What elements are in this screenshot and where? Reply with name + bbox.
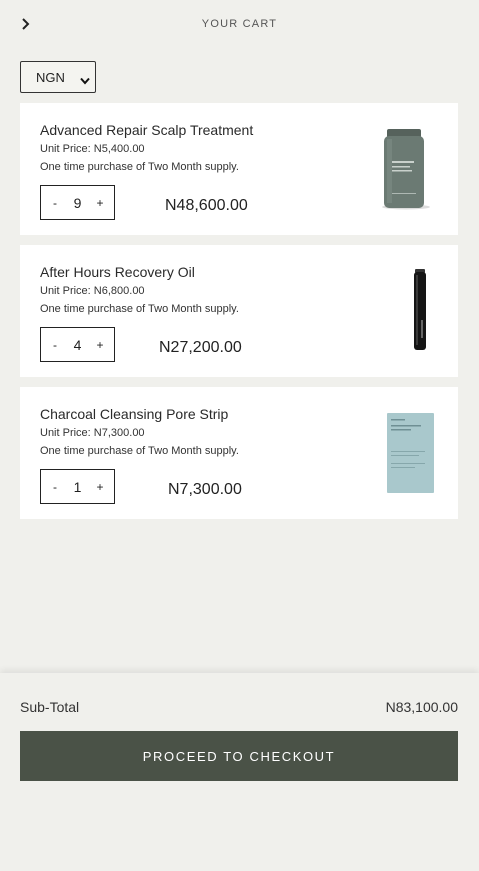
item-name[interactable]: Charcoal Cleansing Pore Strip bbox=[40, 406, 228, 422]
item-unit-price: Unit Price: N7,300.00 bbox=[40, 427, 145, 439]
cart-footer: Sub-Total N83,100.00 PROCEED TO CHECKOUT bbox=[0, 673, 479, 871]
quantity-stepper: - 9 + bbox=[40, 185, 115, 220]
quantity-stepper: - 4 + bbox=[40, 327, 115, 362]
increase-quantity-button[interactable]: + bbox=[95, 480, 105, 494]
decrease-quantity-button[interactable]: - bbox=[50, 196, 60, 210]
bottle-product-image[interactable] bbox=[370, 123, 440, 213]
decrease-quantity-button[interactable]: - bbox=[50, 480, 60, 494]
subtotal-label: Sub-Total bbox=[20, 699, 80, 715]
cart-item: After Hours Recovery Oil Unit Price: N6,… bbox=[20, 245, 458, 377]
currency-select[interactable]: NGN bbox=[20, 61, 96, 93]
cart-item-list: Advanced Repair Scalp Treatment Unit Pri… bbox=[20, 103, 458, 529]
quantity-value[interactable]: 1 bbox=[66, 479, 90, 495]
item-total: N27,200.00 bbox=[159, 339, 242, 356]
proceed-to-checkout-button[interactable]: PROCEED TO CHECKOUT bbox=[20, 731, 458, 781]
item-name[interactable]: After Hours Recovery Oil bbox=[40, 264, 195, 280]
quantity-value[interactable]: 4 bbox=[66, 337, 90, 353]
quantity-value[interactable]: 9 bbox=[66, 195, 90, 211]
oil-pen-product-image[interactable] bbox=[370, 265, 440, 355]
item-name[interactable]: Advanced Repair Scalp Treatment bbox=[40, 122, 253, 138]
cart-item: Advanced Repair Scalp Treatment Unit Pri… bbox=[20, 103, 458, 235]
page-title: YOUR CART bbox=[201, 18, 278, 30]
item-total: N7,300.00 bbox=[168, 481, 242, 498]
quantity-stepper: - 1 + bbox=[40, 469, 115, 504]
item-supply-note: One time purchase of Two Month supply. bbox=[40, 161, 239, 173]
item-supply-note: One time purchase of Two Month supply. bbox=[40, 445, 239, 457]
subtotal-value: N83,100.00 bbox=[385, 699, 458, 715]
pore-strip-pack-image[interactable] bbox=[370, 407, 440, 497]
item-supply-note: One time purchase of Two Month supply. bbox=[40, 303, 239, 315]
currency-selected-value: NGN bbox=[36, 69, 65, 85]
decrease-quantity-button[interactable]: - bbox=[50, 338, 60, 352]
cart-page: YOUR CART NGN Advanced Repair Scalp Trea… bbox=[0, 0, 479, 871]
increase-quantity-button[interactable]: + bbox=[95, 196, 105, 210]
cart-header: YOUR CART bbox=[0, 0, 479, 48]
increase-quantity-button[interactable]: + bbox=[95, 338, 105, 352]
chevron-down-icon bbox=[80, 73, 90, 88]
item-total: N48,600.00 bbox=[165, 197, 248, 214]
item-unit-price: Unit Price: N5,400.00 bbox=[40, 143, 145, 155]
cart-item: Charcoal Cleansing Pore Strip Unit Price… bbox=[20, 387, 458, 519]
item-unit-price: Unit Price: N6,800.00 bbox=[40, 285, 145, 297]
